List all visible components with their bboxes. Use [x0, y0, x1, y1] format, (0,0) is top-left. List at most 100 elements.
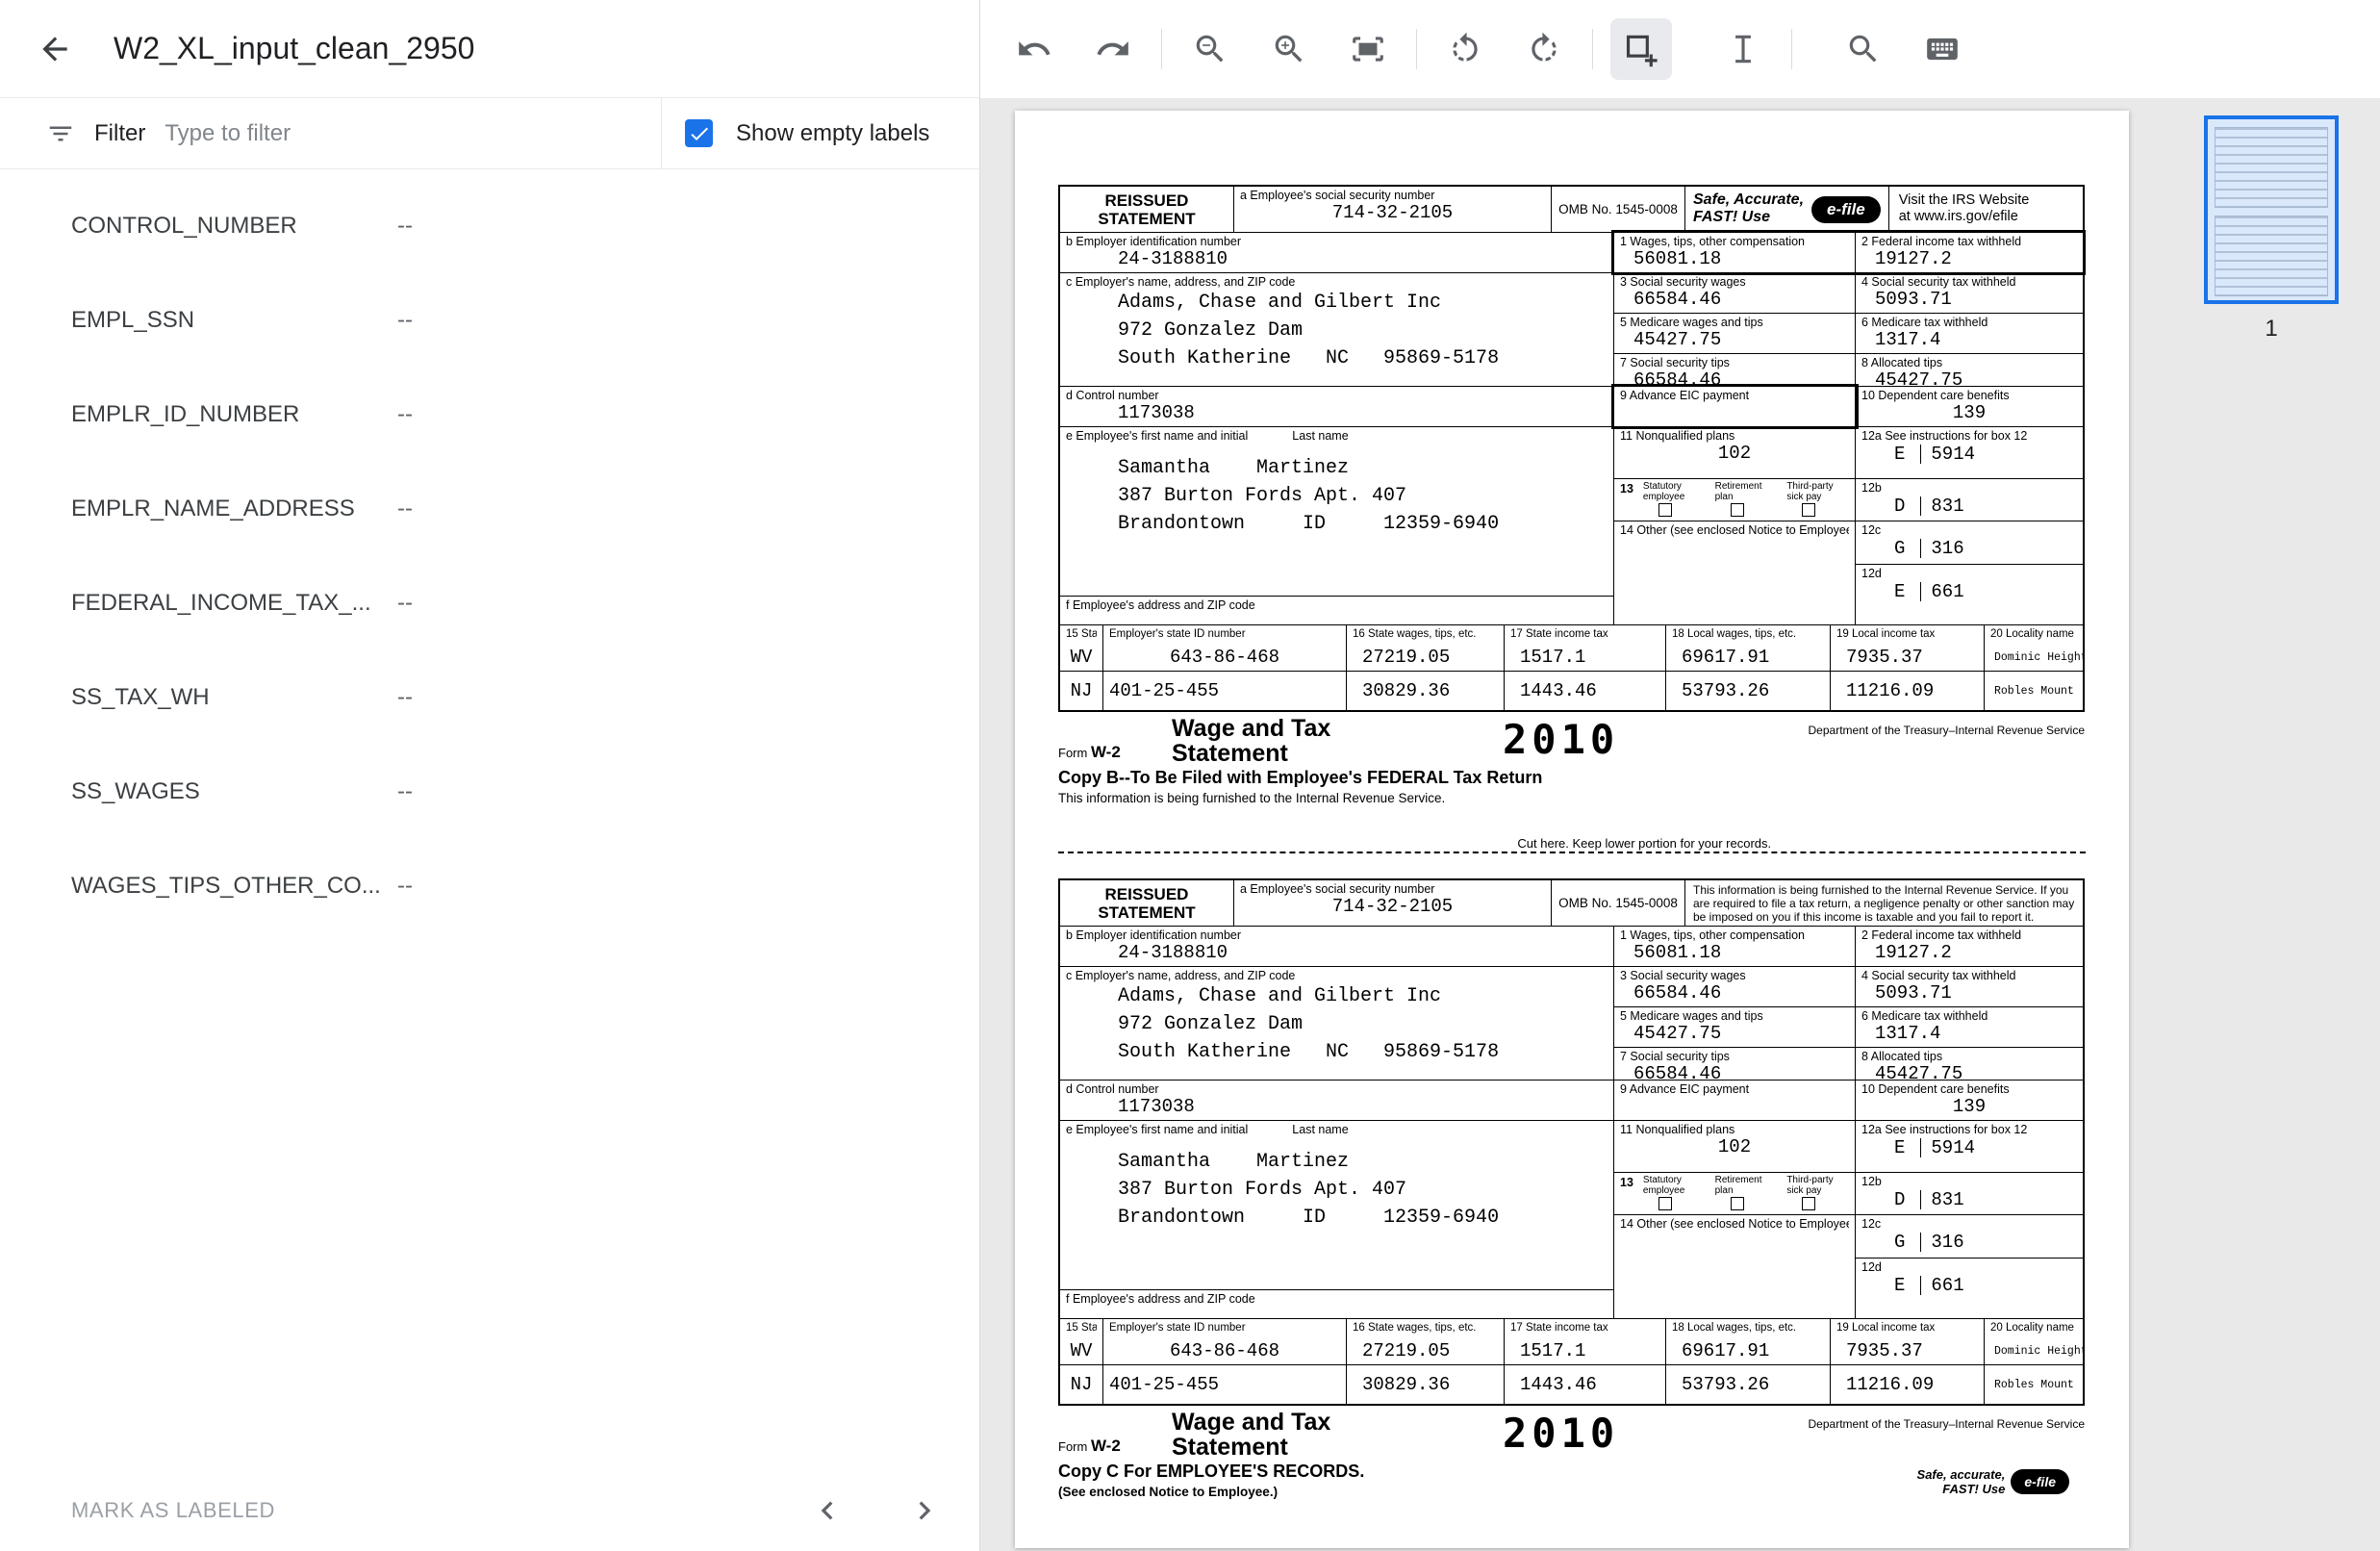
w2-box12d-divider — [1920, 582, 1921, 601]
filter-input[interactable] — [165, 120, 638, 147]
w2-box12cd-column: 12c G 316 12d E 6 — [1856, 1215, 2083, 1318]
w2-statetax2-cell: 1443.46 — [1505, 1365, 1666, 1404]
document-toolbar — [980, 0, 2380, 98]
w2-employer-row: c Employer's name, address, and ZIP code… — [1060, 273, 2083, 387]
w2-employee-addr1: 387 Burton Fords Apt. 407 — [1066, 1176, 1608, 1204]
w2-statetax1-cell: 17 State income tax 1517.1 — [1505, 625, 1666, 671]
toolbar-separator — [1416, 29, 1417, 69]
w2-box12c-code: G — [1894, 1232, 1905, 1253]
filter-bar: Filter Show empty labels — [0, 98, 979, 169]
w2-omb-cell: OMB No. 1545-0008 — [1552, 187, 1685, 232]
w2-state2-value: NJ — [1066, 1374, 1097, 1396]
label-row-emplr-name-address[interactable]: EMPLR_NAME_ADDRESS -- — [0, 462, 979, 556]
search-button[interactable] — [1833, 18, 1894, 80]
w2-form-title-line2: Statement — [1172, 1435, 1330, 1460]
next-document-button[interactable] — [906, 1492, 943, 1529]
w2-box9-label: 9 Advance EIC payment — [1620, 389, 1849, 402]
w2-statewages1-cell: 16 State wages, tips, etc. 27219.05 — [1347, 625, 1505, 671]
label-row-empl-ssn[interactable]: EMPL_SSN -- — [0, 273, 979, 368]
filter-label: Filter — [94, 120, 145, 147]
w2-box12b-code: D — [1894, 496, 1905, 517]
w2-box5-cell: 5 Medicare wages and tips 45427.75 — [1614, 314, 1856, 353]
w2-box9-cell: 9 Advance EIC payment — [1614, 387, 1856, 426]
w2-box9-label: 9 Advance EIC payment — [1620, 1082, 1849, 1096]
w2-state2-cell: NJ — [1060, 1365, 1103, 1404]
w2-box9-value — [1620, 1096, 1849, 1117]
w2-localtax1-cell: 19 Local income tax 7935.37 — [1831, 625, 1985, 671]
w2-thirdparty-sickpay-checkbox — [1802, 503, 1815, 517]
zoom-in-button[interactable] — [1258, 18, 1320, 80]
text-cursor-tool-button[interactable] — [1712, 18, 1774, 80]
rotate-right-button[interactable] — [1513, 18, 1575, 80]
w2-statetax2-cell: 1443.46 — [1505, 672, 1666, 710]
document-viewport[interactable]: REISSUED STATEMENT a Employee's social s… — [980, 98, 2163, 1551]
fit-to-screen-button[interactable] — [1337, 18, 1399, 80]
w2-box13-cell: 13 Statutory employee Retirement plan Th… — [1614, 1173, 1856, 1214]
label-value: -- — [397, 684, 413, 711]
bounding-box-tool-button[interactable] — [1610, 18, 1672, 80]
filter-icon — [46, 119, 75, 148]
w2-stateid2-cell: 401-25-455 — [1103, 672, 1347, 710]
w2-statetax1-value: 1517.1 — [1510, 1340, 1659, 1362]
w2-efile-bottom: Safe, accurate, FAST! Use e-file — [1917, 1462, 2085, 1502]
w2-employer-line2: 972 Gonzalez Dam — [1066, 1010, 1608, 1038]
w2-row-14-12cd: 14 Other (see enclosed Notice to Employe… — [1614, 1215, 2083, 1318]
rotate-left-button[interactable] — [1434, 18, 1496, 80]
mark-as-labeled-button[interactable]: MARK AS LABELED — [71, 1498, 275, 1523]
label-row-ss-wages[interactable]: SS_WAGES -- — [0, 745, 979, 839]
document-page[interactable]: REISSUED STATEMENT a Employee's social s… — [1015, 111, 2129, 1548]
w2-statewages-label: 16 State wages, tips, etc. — [1353, 1321, 1498, 1335]
w2-box14-cell: 14 Other (see enclosed Notice to Employe… — [1614, 521, 1856, 624]
w2-box12c-code: G — [1894, 538, 1905, 559]
w2-ssn-cell: a Employee's social security number 714-… — [1234, 880, 1552, 926]
w2-control-cell: d Control number 1173038 — [1060, 387, 1614, 426]
w2-box2-value: 19127.2 — [1861, 248, 2077, 270]
back-button[interactable] — [37, 31, 73, 67]
w2-box11-value: 102 — [1620, 1136, 1849, 1158]
w2-control-value: 1173038 — [1066, 402, 1608, 424]
w2-visit-irs-text: Visit the IRS Website at www.irs.gov/efi… — [1888, 187, 2083, 232]
w2-localtax1-cell: 19 Local income tax 7935.37 — [1831, 1319, 1985, 1364]
label-value: -- — [397, 213, 413, 240]
w2-thirdparty-sickpay-checkbox — [1802, 1197, 1815, 1210]
w2-box12b-label: 12b — [1861, 481, 2077, 495]
redo-button[interactable] — [1082, 18, 1144, 80]
w2-control-label: d Control number — [1066, 1082, 1608, 1096]
w2-employee-label: e Employee's first name and initial — [1066, 1123, 1248, 1136]
w2-box4-value: 5093.71 — [1861, 982, 2077, 1004]
w2-box2-cell: 2 Federal income tax withheld 19127.2 — [1856, 927, 2083, 966]
label-value: -- — [397, 496, 413, 522]
w2-box12a-cell: 12a See instructions for box 12 E 5914 — [1856, 1121, 2083, 1172]
undo-button[interactable] — [1003, 18, 1065, 80]
label-row-emplr-id-number[interactable]: EMPLR_ID_NUMBER -- — [0, 368, 979, 462]
w2-employee-left: e Employee's first name and initial Last… — [1060, 1121, 1614, 1318]
w2-statetax2-value: 1443.46 — [1510, 680, 1597, 702]
keyboard-shortcuts-button[interactable] — [1912, 18, 1973, 80]
w2-localtax1-value: 7935.37 — [1836, 647, 1978, 669]
w2-row-11-12a: 11 Nonqualified plans 102 12a See instru… — [1614, 1121, 2083, 1173]
w2-state-row-1: 15 State WV Employer's state ID number 6… — [1060, 1319, 2083, 1365]
w2-statewages2-cell: 30829.36 — [1347, 672, 1505, 710]
page-thumbnail[interactable] — [2204, 115, 2339, 304]
w2-employee-row: e Employee's first name and initial Last… — [1060, 427, 2083, 625]
w2-form-number: Form W-2 — [1058, 1437, 1121, 1456]
label-row-federal-income-tax[interactable]: FEDERAL_INCOME_TAX_... -- — [0, 556, 979, 650]
zoom-out-button[interactable] — [1179, 18, 1241, 80]
w2-state1-cell: 15 State WV — [1060, 1319, 1103, 1364]
w2-box4-cell: 4 Social security tax withheld 5093.71 — [1856, 273, 2083, 313]
search-icon — [1845, 31, 1882, 67]
label-row-ss-tax-wh[interactable]: SS_TAX_WH -- — [0, 650, 979, 745]
w2-box12d-label: 12d — [1861, 567, 2077, 580]
prev-document-button[interactable] — [809, 1492, 846, 1529]
label-row-wages-tips-other[interactable]: WAGES_TIPS_OTHER_CO... -- — [0, 839, 979, 933]
w2-box12a-code: E — [1894, 1137, 1905, 1158]
w2-thirdparty-sickpay-group: Third-party sick pay — [1786, 482, 1849, 519]
w2-header-row: REISSUED STATEMENT a Employee's social s… — [1060, 880, 2083, 927]
w2-box12b-code: D — [1894, 1189, 1905, 1210]
show-empty-labels-checkbox[interactable] — [685, 119, 713, 147]
w2-efile-safe-line2: FAST! Use — [1693, 209, 1804, 226]
w2-statutory-employee-label: Statutory employee — [1643, 1176, 1706, 1196]
label-row-control-number[interactable]: CONTROL_NUMBER -- — [0, 179, 979, 273]
w2-box5-label: 5 Medicare wages and tips — [1620, 316, 1849, 329]
w2-state1-value: WV — [1066, 647, 1097, 669]
